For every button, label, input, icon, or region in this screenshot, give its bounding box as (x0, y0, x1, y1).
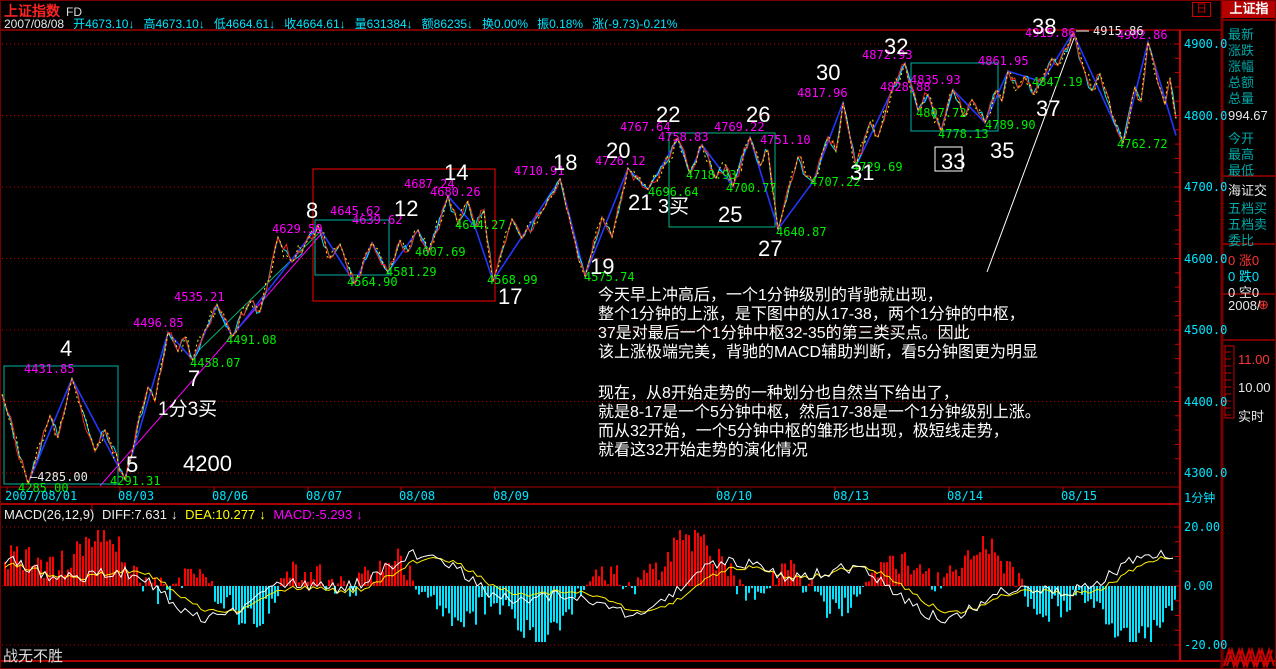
swing-point-label: 12 (394, 196, 418, 222)
price-callout: —4285.00 (30, 470, 88, 484)
price-label-low: 4762.72 (1117, 137, 1168, 151)
price-callout: 4915.86 (1093, 24, 1144, 38)
macd-axis-tick: -20.00 (1184, 638, 1227, 652)
swing-point-label: 33 (941, 149, 965, 175)
price-label-high: 4431.85 (24, 362, 75, 376)
swing-point-label: 22 (656, 102, 680, 128)
price-label-high: 4861.95 (978, 54, 1029, 68)
sidebar-field[interactable]: 实时 (1238, 406, 1264, 425)
sidebar-field: 海证交 (1228, 180, 1267, 199)
x-axis-date: 08/06 (212, 489, 248, 503)
price-label-low: 4807.72 (916, 106, 967, 120)
price-label-low: 4789.90 (985, 118, 1036, 132)
price-label-high: 4629.59 (272, 222, 323, 236)
buy-point-note-1: 1分3买 (158, 394, 217, 421)
x-axis-date: 08/07 (306, 489, 342, 503)
price-label-high: 4535.21 (174, 290, 225, 304)
price-label-high: 4496.85 (133, 316, 184, 330)
sidebar-field: 总量 (1228, 88, 1254, 107)
timeframe-label[interactable]: 1分钟 (1184, 489, 1215, 506)
sidebar-field: 10.00 (1238, 380, 1271, 395)
y-axis-tick: 4500.0 (1184, 323, 1227, 337)
swing-point-label: 26 (746, 102, 770, 128)
price-label-low: 4491.08 (226, 333, 277, 347)
x-axis-date: 08/03 (118, 489, 154, 503)
swing-point-label: 20 (606, 138, 630, 164)
swing-point-label: 7 (188, 366, 200, 392)
y-axis-tick: 4600.0 (1184, 252, 1227, 266)
sidebar-title[interactable]: 上证指 (1222, 0, 1276, 18)
swing-point-label: 21 (628, 190, 652, 216)
y-axis-tick: 4800.0 (1184, 109, 1227, 123)
swing-point-label: 30 (816, 60, 840, 86)
macd-diff-value: DIFF:7.631 (102, 507, 167, 522)
price-label-high: 4835.93 (910, 73, 961, 87)
price-label-low: 4700.77 (726, 181, 777, 195)
swing-point-label: 35 (990, 138, 1014, 164)
swing-point-label: 31 (850, 160, 874, 186)
analysis-text-1: 今天早上冲高后，一个1分钟级别的背驰就出现， 整个1分钟的上涨，是下图中的从17… (598, 286, 1038, 362)
macd-axis-tick: 0.00 (1184, 579, 1213, 593)
swing-point-label: 19 (590, 254, 614, 280)
price-label-low: 4607.69 (415, 245, 466, 259)
x-axis-date: 08/14 (947, 489, 983, 503)
price-level-note: 4200 (183, 451, 232, 477)
macd-dea-value: DEA:10.277 (185, 507, 255, 522)
price-label-high: 4680.26 (430, 185, 481, 199)
swing-point-label: 32 (884, 34, 908, 60)
price-label-low: 4847.19 (1032, 75, 1083, 89)
macd-title: MACD(26,12,9) (4, 507, 94, 522)
y-axis-tick: 4700.0 (1184, 180, 1227, 194)
swing-point-label: 37 (1036, 96, 1060, 122)
swing-point-label: 8 (306, 198, 318, 224)
price-label-high: 4751.10 (760, 133, 811, 147)
y-axis-tick: 4900.0 (1184, 37, 1227, 51)
swing-point-label: 5 (126, 452, 138, 478)
price-label-low: 4644.27 (455, 218, 506, 232)
sidebar-field: ⊕ (1258, 297, 1269, 313)
macd-bar-value: MACD:-5.293 (273, 507, 352, 522)
x-axis-date: 2007/08/01 (5, 489, 77, 503)
macd-axis-tick: 20.00 (1184, 520, 1220, 534)
sidebar-field: 委比 (1228, 230, 1254, 249)
sidebar-field: 2008/ (1228, 298, 1261, 313)
price-label-high: 4758.83 (658, 130, 709, 144)
price-label-low: 4778.13 (938, 127, 989, 141)
macd-indicator-header: MACD(26,12,9) DIFF:7.631↓ DEA:10.277↓ MA… (4, 507, 367, 522)
analysis-text-2: 现在，从8开始走势的一种划分也自然当下给出了， 就是8-17是一个5分钟中枢，然… (598, 384, 1041, 460)
sidebar-field: 994.67 (1228, 108, 1268, 123)
x-axis-date: 08/08 (399, 489, 435, 503)
buy-point-note-3: 3买 (658, 190, 689, 219)
sidebar-field: 最低 (1228, 160, 1254, 179)
price-label-low: 4581.29 (386, 265, 437, 279)
price-label-high: 4817.96 (797, 86, 848, 100)
swing-point-label: 4 (60, 336, 72, 362)
sidebar-field: 11.00 (1238, 352, 1270, 367)
watermark-text: 战无不胜 (3, 645, 63, 666)
x-axis-date: 08/09 (493, 489, 529, 503)
swing-point-label: 25 (718, 202, 742, 228)
swing-point-label: 27 (758, 236, 782, 262)
x-axis-date: 08/15 (1061, 489, 1097, 503)
swing-point-label: 18 (553, 150, 577, 176)
x-axis-date: 08/13 (833, 489, 869, 503)
y-axis-tick: 4300.0 (1184, 466, 1227, 480)
swing-point-label: 38 (1032, 14, 1056, 40)
y-axis-tick: 4400.0 (1184, 395, 1227, 409)
price-label-low: 4640.87 (776, 225, 827, 239)
swing-point-label: 17 (498, 284, 522, 310)
price-label-low: 4718.93 (686, 168, 737, 182)
x-axis-date: 08/10 (716, 489, 752, 503)
swing-point-label: 14 (444, 160, 468, 186)
